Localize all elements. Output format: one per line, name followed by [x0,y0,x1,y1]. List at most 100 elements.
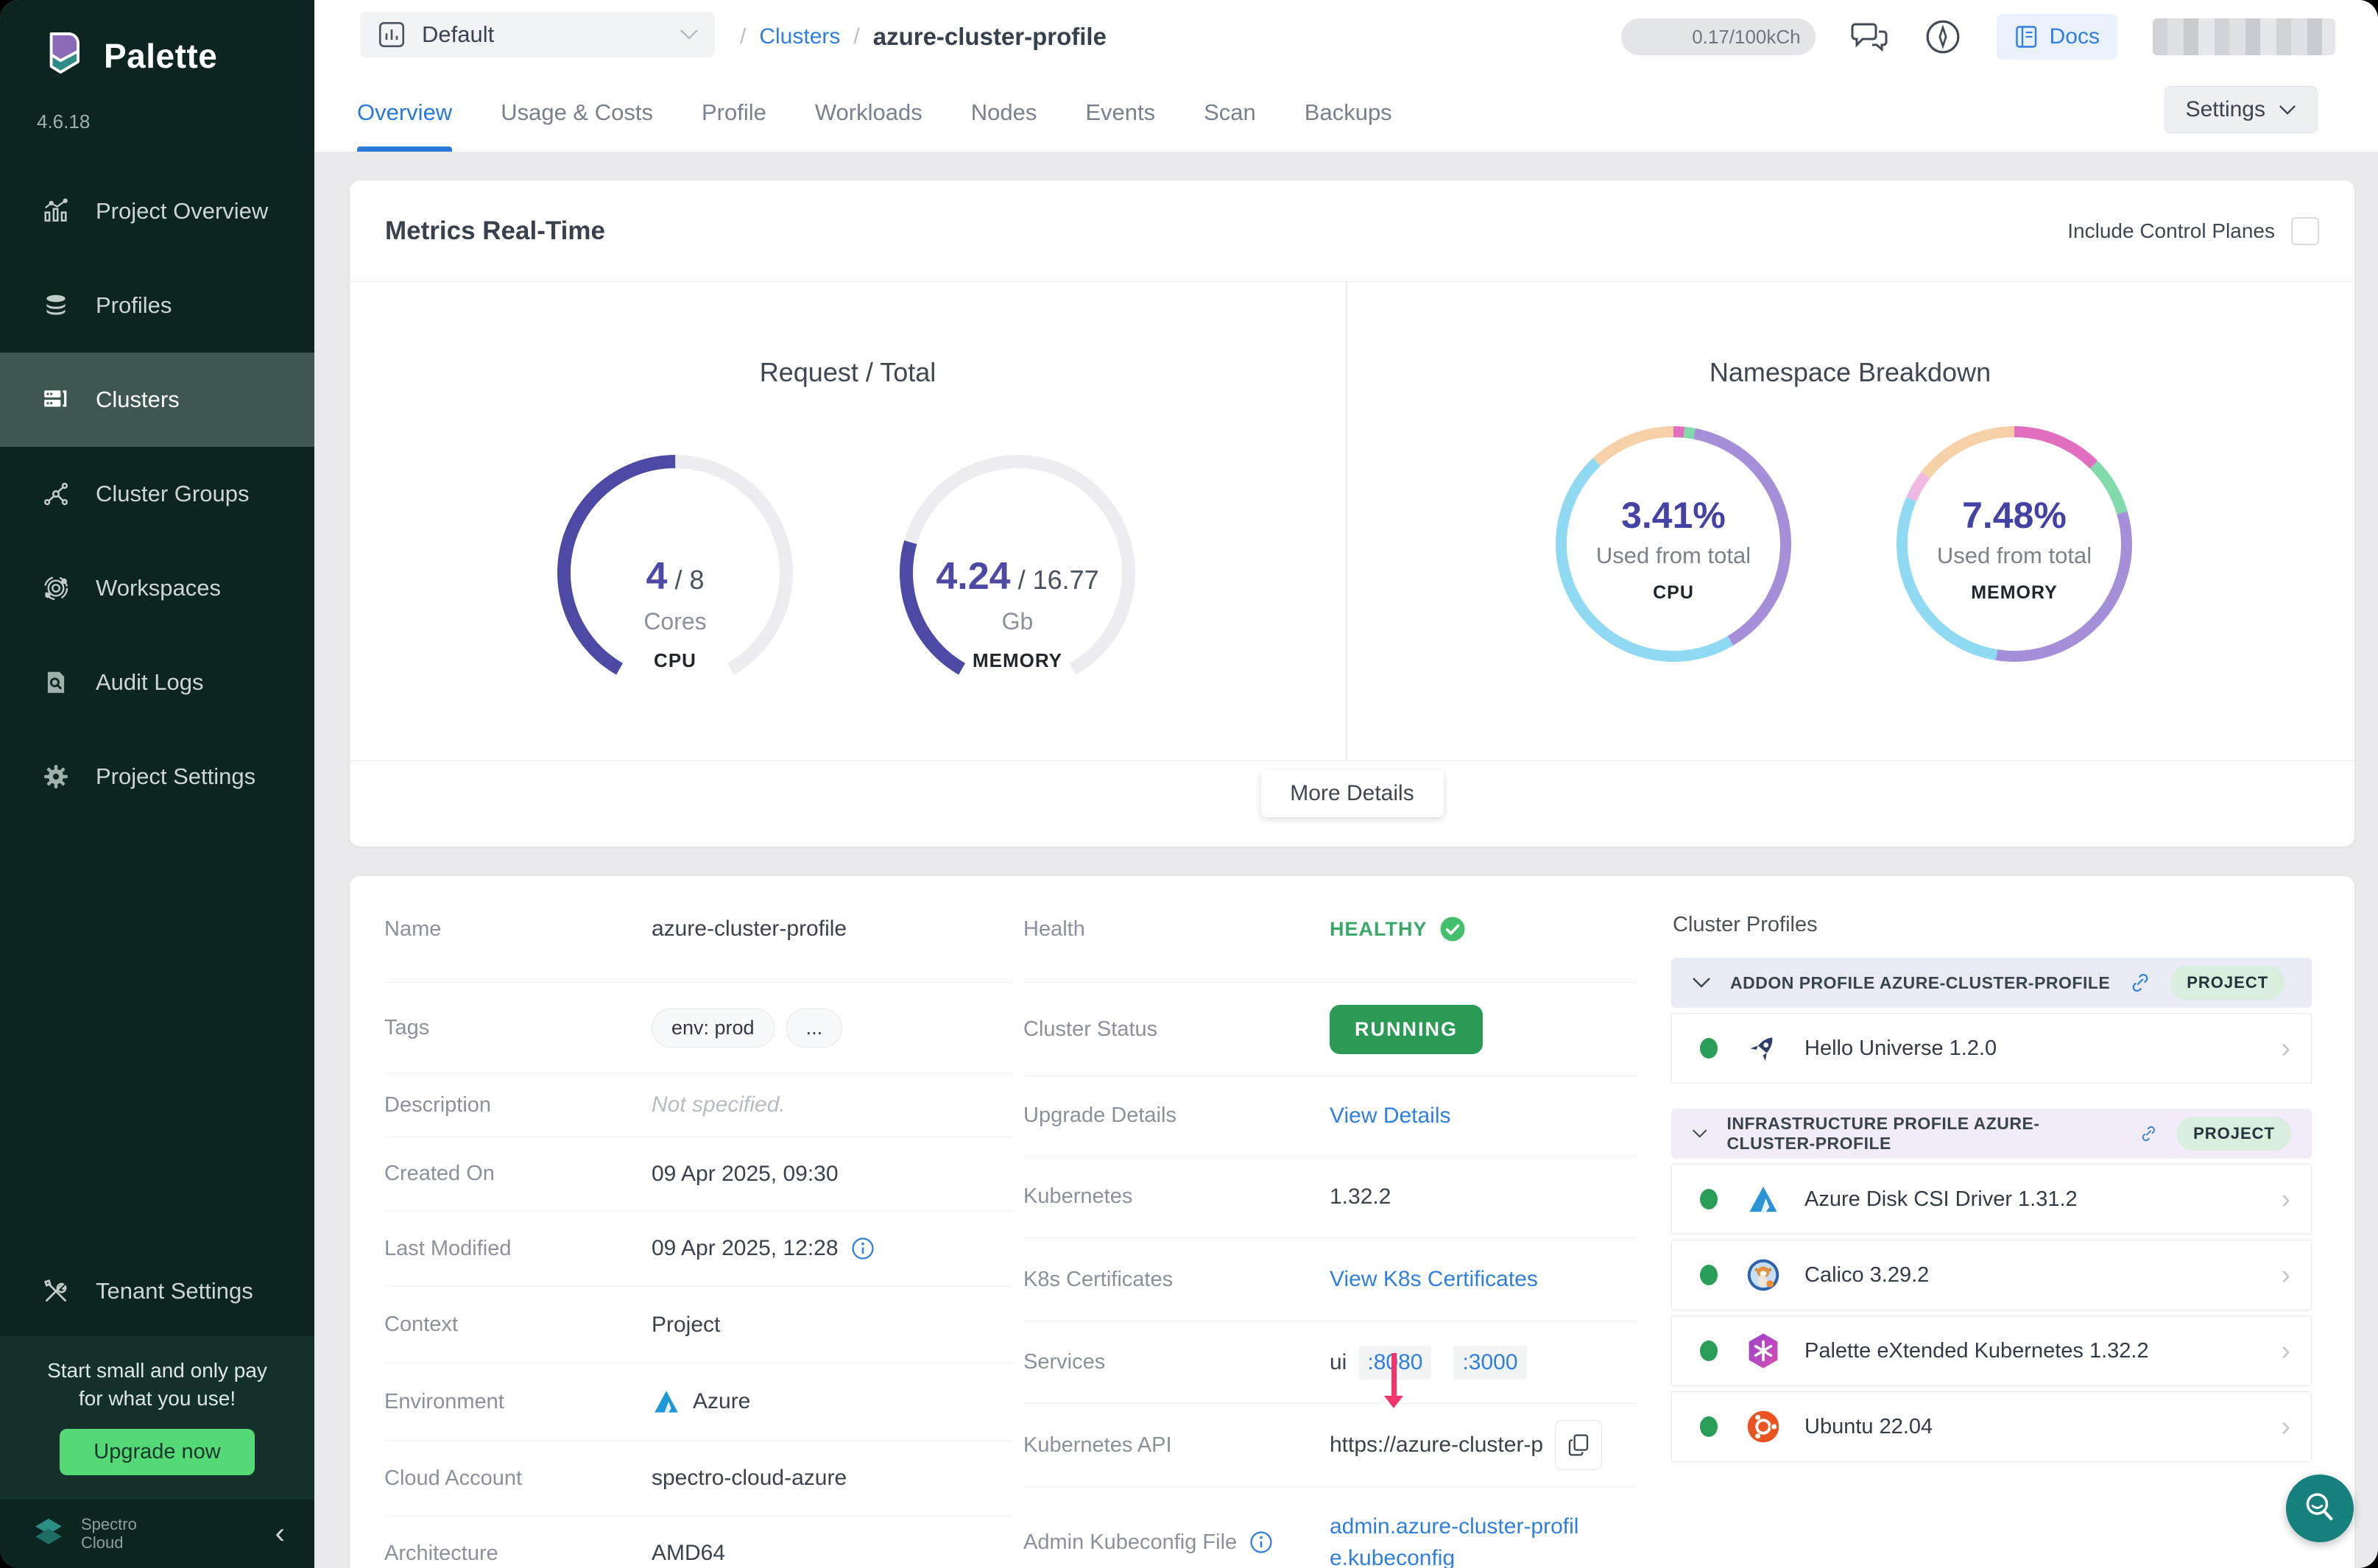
metrics-divider [1346,282,1347,760]
info-icon[interactable] [850,1236,875,1261]
health-status-value: HEALTHY [1330,918,1428,941]
tag-more[interactable]: ... [786,1009,843,1048]
sidebar-item-project-overview[interactable]: Project Overview [0,164,314,258]
app-name: Palette [104,36,217,76]
cluster-groups-icon [41,480,71,508]
sidebar-item-profiles[interactable]: Profiles [0,258,314,353]
namespace-cpu-label: CPU [1556,582,1791,604]
kubernetes-version-value: 1.32.2 [1330,1184,1391,1209]
cluster-profiles-title: Cluster Profiles [1673,913,2312,937]
annotation-arrow [1384,1353,1403,1410]
tab-workloads[interactable]: Workloads [815,74,922,152]
status-dot [1700,1265,1718,1285]
sidebar-item-clusters[interactable]: Clusters [0,353,314,447]
metrics-bottom-divider [350,760,2354,761]
user-name-redacted[interactable] [2153,18,2335,55]
tab-label: Profile [702,99,766,126]
metrics-card: Metrics Real-Time Include Control Planes… [350,180,2354,847]
profile-item-palette-extended-k8s[interactable]: Palette eXtended Kubernetes 1.32.2 › [1671,1316,2312,1386]
environment-value: Azure [693,1389,750,1414]
namespace-memory-subtitle: Used from total [1897,543,2132,569]
tab-label: Scan [1204,99,1256,126]
palette-logo: Palette [40,28,217,84]
profile-item-hello-universe[interactable]: Hello Universe 1.2.0 › [1671,1013,2312,1084]
view-details-link[interactable]: View Details [1330,1103,1451,1129]
project-selector-value: Default [422,21,665,48]
sidebar-item-cluster-groups[interactable]: Cluster Groups [0,447,314,541]
infrastructure-profile-group-header[interactable]: INFRASTRUCTURE PROFILE AZURE-CLUSTER-PRO… [1671,1109,2312,1159]
settings-button[interactable]: Settings [2164,86,2318,133]
docs-button[interactable]: Docs [1997,14,2117,60]
cpu-gauge: 4 / 8 Cores CPU [557,455,793,691]
chevron-down-icon [1692,977,1711,989]
service-name: ui [1330,1350,1347,1375]
link-icon[interactable] [2139,1123,2158,1145]
sidebar-footer: Spectro Cloud ‹ [0,1498,314,1568]
cluster-profiles-panel: Cluster Profiles ADDON PROFILE AZURE-CLU… [1671,876,2312,1462]
sidebar-item-workspaces[interactable]: Workspaces [0,541,314,635]
sidebar-tenant: Tenant Settings [0,1244,314,1338]
breadcrumb-link-clusters[interactable]: Clusters [759,24,840,49]
gear-icon [41,763,71,791]
detail-label: Architecture [384,1541,652,1566]
memory-gauge: 4.24 / 16.77 Gb MEMORY [900,455,1135,691]
tab-profile[interactable]: Profile [702,74,766,152]
link-icon[interactable] [2129,972,2151,994]
profiles-icon [41,292,71,319]
chevron-right-icon: › [2281,1184,2290,1215]
breadcrumb-separator: / [740,24,746,49]
tab-backups[interactable]: Backups [1305,74,1392,152]
sidebar-item-project-settings[interactable]: Project Settings [0,730,314,824]
sidebar-item-label: Project Overview [96,198,268,225]
detail-label: Health [1023,917,1330,942]
more-details-button[interactable]: More Details [1260,770,1443,817]
tab-label: Usage & Costs [501,99,653,126]
admin-kubeconfig-link[interactable]: admin.azure-cluster-profile.kubeconfig [1330,1511,1580,1568]
detail-label: Upgrade Details [1023,1103,1330,1128]
detail-label: Description [384,1093,652,1117]
project-overview-icon [41,197,71,225]
tab-events[interactable]: Events [1085,74,1155,152]
copy-button[interactable] [1555,1420,1602,1470]
book-icon [2014,24,2039,50]
profile-item-calico[interactable]: Calico 3.29.2 › [1671,1240,2312,1310]
details-middle-column: Health HEALTHY Cluster Status RUNNING Up… [1023,876,1638,1568]
service-port-3000-link[interactable]: :3000 [1453,1346,1526,1380]
profile-item-azure-disk-csi[interactable]: Azure Disk CSI Driver 1.31.2 › [1671,1164,2312,1235]
tab-overview[interactable]: Overview [357,74,452,152]
tab-bar: Overview Usage & Costs Profile Workloads… [314,74,2378,152]
tools-icon [41,1277,71,1305]
tab-scan[interactable]: Scan [1204,74,1256,152]
sidebar-item-label: Workspaces [96,575,221,601]
profile-item-label: Azure Disk CSI Driver 1.31.2 [1804,1187,2078,1212]
cluster-status-badge: RUNNING [1330,1005,1483,1054]
search-fab-button[interactable] [2286,1475,2354,1542]
calico-icon [1744,1256,1782,1294]
tab-usage-costs[interactable]: Usage & Costs [501,74,653,152]
tab-label: Overview [357,99,452,126]
include-control-planes-checkbox[interactable] [2291,217,2319,245]
sidebar-item-tenant-settings[interactable]: Tenant Settings [0,1244,314,1338]
brand-line2: Cloud [81,1533,137,1552]
sidebar-item-audit-logs[interactable]: Audit Logs [0,635,314,730]
description-value: Not specified. [652,1092,786,1117]
view-k8s-certificates-link[interactable]: View K8s Certificates [1330,1267,1538,1292]
info-icon[interactable] [1249,1530,1274,1555]
chat-icon[interactable] [1851,18,1889,55]
created-on-value: 09 Apr 2025, 09:30 [652,1162,839,1187]
copy-icon [1567,1433,1590,1457]
addon-profile-group-header[interactable]: ADDON PROFILE AZURE-CLUSTER-PROFILE PROJ… [1671,958,2312,1008]
chevron-down-icon [2279,105,2296,116]
tab-nodes[interactable]: Nodes [971,74,1037,152]
upgrade-now-button[interactable]: Upgrade now [60,1429,255,1475]
compass-icon[interactable] [1924,18,1961,55]
namespace-memory-label: MEMORY [1897,582,2132,604]
last-modified-value: 09 Apr 2025, 12:28 [652,1236,839,1261]
sidebar-item-label: Clusters [96,386,180,413]
detail-label: K8s Certificates [1023,1268,1330,1292]
project-selector[interactable]: Default [360,12,715,57]
workspaces-icon [41,574,71,602]
sidebar-collapse-chevron[interactable]: ‹ [275,1517,285,1550]
profile-item-ubuntu[interactable]: Ubuntu 22.04 › [1671,1391,2312,1462]
usage-quota-pill[interactable]: 0.17/100kCh [1621,18,1816,55]
